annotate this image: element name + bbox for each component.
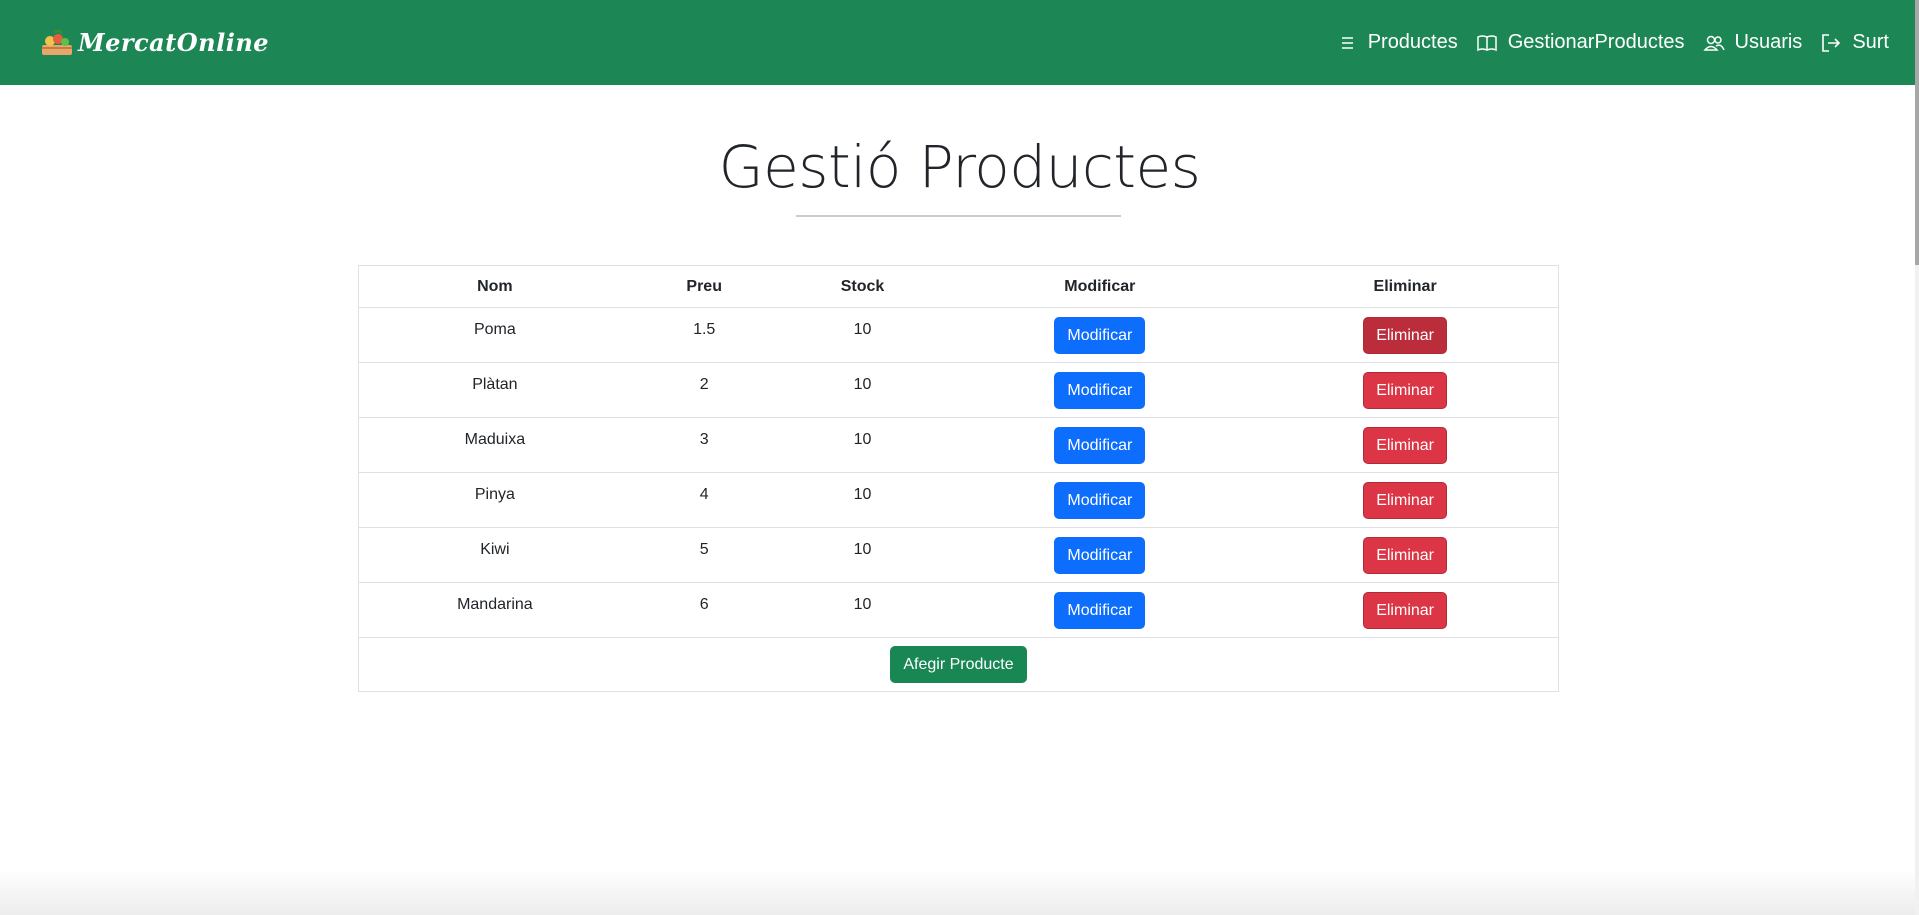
cell-nom: Kiwi	[359, 527, 631, 583]
scrollbar-thumb[interactable]	[1915, 0, 1919, 265]
modify-button[interactable]: Modificar	[1054, 481, 1146, 519]
cell-nom: Mandarina	[359, 582, 631, 638]
products-table: Nom Preu Stock Modificar Eliminar Poma 1…	[358, 265, 1559, 692]
nav-link-productes[interactable]: Productes	[1336, 31, 1458, 54]
delete-button[interactable]: Eliminar	[1363, 426, 1447, 464]
modify-button[interactable]: Modificar	[1054, 371, 1146, 409]
cell-modificar: Modificar	[947, 417, 1253, 473]
cell-eliminar: Eliminar	[1252, 472, 1558, 528]
nav-link-label: Usuaris	[1734, 31, 1803, 53]
modify-button[interactable]: Modificar	[1054, 591, 1146, 629]
add-product-row: Afegir Producte	[359, 638, 1558, 692]
nav-link-label: Productes	[1367, 31, 1458, 53]
column-header-modificar: Modificar	[947, 266, 1253, 308]
title-divider	[796, 215, 1121, 217]
column-header-eliminar: Eliminar	[1252, 266, 1558, 308]
nav-link-label: GestionarProductes	[1507, 31, 1685, 53]
page-bottom-shade	[0, 870, 1915, 915]
cell-stock: 10	[777, 472, 948, 528]
cell-eliminar: Eliminar	[1252, 307, 1558, 363]
nav-link-usuaris[interactable]: Usuaris	[1702, 31, 1803, 54]
cell-stock: 10	[777, 527, 948, 583]
cell-stock: 10	[777, 417, 948, 473]
logout-icon	[1820, 32, 1842, 54]
delete-button[interactable]: Eliminar	[1363, 591, 1447, 629]
table-row: Mandarina 6 10 Modificar Eliminar	[359, 582, 1558, 638]
cell-nom: Pinya	[359, 472, 631, 528]
brand-name: MercatOnline	[78, 28, 270, 57]
table-row: Pinya 4 10 Modificar Eliminar	[359, 472, 1558, 528]
nav-links: Productes GestionarProductes Usuaris Sur…	[1336, 31, 1889, 54]
delete-button[interactable]: Eliminar	[1363, 371, 1447, 409]
table-row: Kiwi 5 10 Modificar Eliminar	[359, 527, 1558, 583]
navbar: MercatOnline Productes GestionarProducte…	[0, 0, 1919, 85]
modify-button[interactable]: Modificar	[1054, 536, 1146, 574]
cell-modificar: Modificar	[947, 362, 1253, 418]
add-product-button[interactable]: Afegir Producte	[890, 646, 1027, 683]
cell-modificar: Modificar	[947, 582, 1253, 638]
market-basket-logo-icon	[40, 29, 74, 57]
table-row: Plàtan 2 10 Modificar Eliminar	[359, 362, 1558, 418]
column-header-stock: Stock	[777, 266, 948, 308]
cell-stock: 10	[777, 307, 948, 363]
cell-stock: 10	[777, 582, 948, 638]
cell-modificar: Modificar	[947, 472, 1253, 528]
page-title: Gestió Productes	[718, 133, 1201, 201]
cell-stock: 10	[777, 362, 948, 418]
column-header-nom: Nom	[359, 266, 631, 308]
cell-eliminar: Eliminar	[1252, 582, 1558, 638]
cell-preu: 5	[630, 527, 778, 583]
cell-nom: Plàtan	[359, 362, 631, 418]
cell-preu: 6	[630, 582, 778, 638]
nav-link-surt[interactable]: Surt	[1820, 31, 1889, 54]
add-product-cell: Afegir Producte	[359, 638, 1558, 692]
cell-nom: Poma	[359, 307, 631, 363]
cell-modificar: Modificar	[947, 307, 1253, 363]
cell-eliminar: Eliminar	[1252, 362, 1558, 418]
cell-nom: Maduixa	[359, 417, 631, 473]
nav-link-label: Surt	[1852, 31, 1889, 53]
nav-link-gestionar-productes[interactable]: GestionarProductes	[1476, 31, 1685, 54]
cell-preu: 2	[630, 362, 778, 418]
cell-preu: 3	[630, 417, 778, 473]
delete-button[interactable]: Eliminar	[1363, 481, 1447, 519]
modify-button[interactable]: Modificar	[1054, 426, 1146, 464]
users-icon	[1702, 32, 1725, 54]
book-icon	[1476, 32, 1498, 54]
table-row: Poma 1.5 10 Modificar Eliminar	[359, 307, 1558, 363]
brand[interactable]: MercatOnline	[40, 28, 269, 57]
list-icon	[1336, 32, 1358, 54]
column-header-preu: Preu	[630, 266, 778, 308]
cell-modificar: Modificar	[947, 527, 1253, 583]
modify-button[interactable]: Modificar	[1054, 316, 1146, 354]
delete-button[interactable]: Eliminar	[1363, 316, 1447, 354]
delete-button[interactable]: Eliminar	[1363, 536, 1447, 574]
vertical-scrollbar[interactable]	[1915, 0, 1919, 915]
table-header-row: Nom Preu Stock Modificar Eliminar	[359, 266, 1558, 308]
cell-preu: 4	[630, 472, 778, 528]
cell-eliminar: Eliminar	[1252, 527, 1558, 583]
table-row: Maduixa 3 10 Modificar Eliminar	[359, 417, 1558, 473]
cell-eliminar: Eliminar	[1252, 417, 1558, 473]
cell-preu: 1.5	[630, 307, 778, 363]
